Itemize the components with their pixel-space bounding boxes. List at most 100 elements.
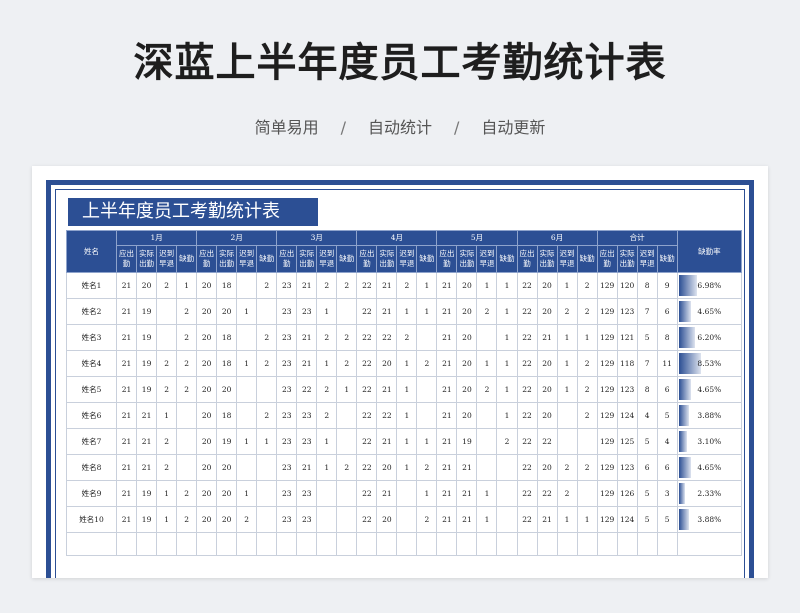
header-sub: 迟到早退	[476, 245, 498, 273]
month-cell: 2	[416, 350, 438, 377]
header-sub: 应出勤	[596, 245, 618, 273]
month-cell	[336, 428, 358, 455]
month-cell: 23	[296, 480, 318, 507]
total-cell: 123	[616, 454, 638, 481]
month-cell: 19	[136, 350, 158, 377]
absence-rate-bar	[678, 301, 691, 322]
month-cell: 1	[416, 480, 438, 507]
month-cell: 23	[276, 350, 298, 377]
header-sub: 应出勤	[516, 245, 538, 273]
month-cell: 20	[536, 272, 558, 299]
month-cell: 1	[496, 402, 518, 429]
absence-rate-cell: 6.20%	[676, 324, 743, 351]
empty-cell	[516, 532, 538, 556]
absence-rate-text: 2.33%	[697, 489, 722, 498]
month-cell: 19	[136, 298, 158, 325]
month-cell	[316, 480, 338, 507]
empty-cell	[65, 532, 118, 556]
month-cell: 21	[436, 298, 458, 325]
month-cell: 2	[576, 298, 598, 325]
month-cell: 21	[436, 272, 458, 299]
month-cell: 20	[376, 454, 398, 481]
month-cell	[576, 480, 598, 507]
month-cell: 2	[336, 454, 358, 481]
month-cell: 23	[276, 506, 298, 533]
month-cell: 2	[396, 324, 418, 351]
month-cell: 22	[356, 272, 378, 299]
month-cell: 20	[216, 376, 238, 403]
header-sub: 应出勤	[116, 245, 138, 273]
month-cell	[236, 272, 258, 299]
empty-cell	[636, 532, 658, 556]
month-cell	[476, 428, 498, 455]
month-cell: 20	[216, 480, 238, 507]
month-cell: 20	[456, 376, 478, 403]
month-cell: 19	[216, 428, 238, 455]
month-cell: 21	[116, 376, 138, 403]
header-sub: 缺勤	[176, 245, 198, 273]
month-cell	[236, 376, 258, 403]
tag-auto-stats: 自动统计	[367, 118, 432, 137]
header-sub: 缺勤	[416, 245, 438, 273]
month-cell: 20	[196, 480, 218, 507]
month-cell: 2	[176, 376, 198, 403]
header-sub: 缺勤	[576, 245, 598, 273]
total-cell: 5	[636, 506, 658, 533]
month-cell: 21	[116, 298, 138, 325]
month-cell: 22	[516, 402, 538, 429]
month-cell: 21	[456, 506, 478, 533]
absence-rate-bar	[678, 509, 689, 530]
employee-name: 姓名2	[65, 298, 118, 325]
month-cell: 19	[136, 506, 158, 533]
employee-name: 姓名10	[65, 506, 118, 533]
month-cell: 1	[236, 298, 258, 325]
total-cell: 8	[656, 324, 678, 351]
total-cell: 124	[616, 402, 638, 429]
month-cell: 21	[376, 480, 398, 507]
empty-cell	[296, 532, 318, 556]
header-sub: 实际出勤	[456, 245, 478, 273]
empty-cell	[116, 532, 138, 556]
month-cell: 1	[316, 428, 338, 455]
month-cell: 21	[436, 324, 458, 351]
month-cell	[156, 324, 178, 351]
month-cell: 2	[156, 272, 178, 299]
month-cell: 23	[276, 272, 298, 299]
month-cell: 19	[456, 428, 478, 455]
month-cell: 18	[216, 402, 238, 429]
month-cell: 20	[456, 324, 478, 351]
month-cell: 2	[256, 324, 278, 351]
empty-cell	[396, 532, 418, 556]
empty-cell	[676, 532, 743, 556]
total-cell: 8	[636, 272, 658, 299]
page-title: 深蓝上半年度员工考勤统计表	[133, 40, 667, 86]
total-cell: 9	[656, 272, 678, 299]
month-cell: 2	[576, 272, 598, 299]
month-cell	[256, 454, 278, 481]
month-cell: 2	[156, 350, 178, 377]
month-cell: 2	[256, 272, 278, 299]
month-cell: 21	[536, 506, 558, 533]
month-cell: 1	[256, 428, 278, 455]
absence-rate-text: 8.53%	[697, 359, 722, 368]
month-cell	[416, 376, 438, 403]
month-cell: 2	[336, 324, 358, 351]
tag-auto-update: 自动更新	[481, 118, 546, 137]
table-title: 上半年度员工考勤统计表	[68, 198, 318, 226]
absence-rate-bar	[678, 379, 691, 400]
month-cell: 21	[296, 272, 318, 299]
empty-cell	[496, 532, 518, 556]
month-cell: 1	[416, 272, 438, 299]
month-cell: 22	[356, 506, 378, 533]
month-cell: 2	[416, 506, 438, 533]
month-cell: 1	[156, 480, 178, 507]
empty-cell	[176, 532, 198, 556]
attendance-table: 姓名 1月 2月 3月 4月 5月 6月 合计 缺勤率 应出勤 实际出勤 迟到早退 缺勤 应出勤 实际出勤…	[65, 230, 743, 556]
month-cell: 21	[436, 428, 458, 455]
month-cell: 21	[376, 376, 398, 403]
month-cell: 2	[316, 324, 338, 351]
month-cell: 21	[116, 350, 138, 377]
total-cell: 7	[636, 298, 658, 325]
month-cell: 22	[516, 350, 538, 377]
month-cell: 2	[256, 350, 278, 377]
